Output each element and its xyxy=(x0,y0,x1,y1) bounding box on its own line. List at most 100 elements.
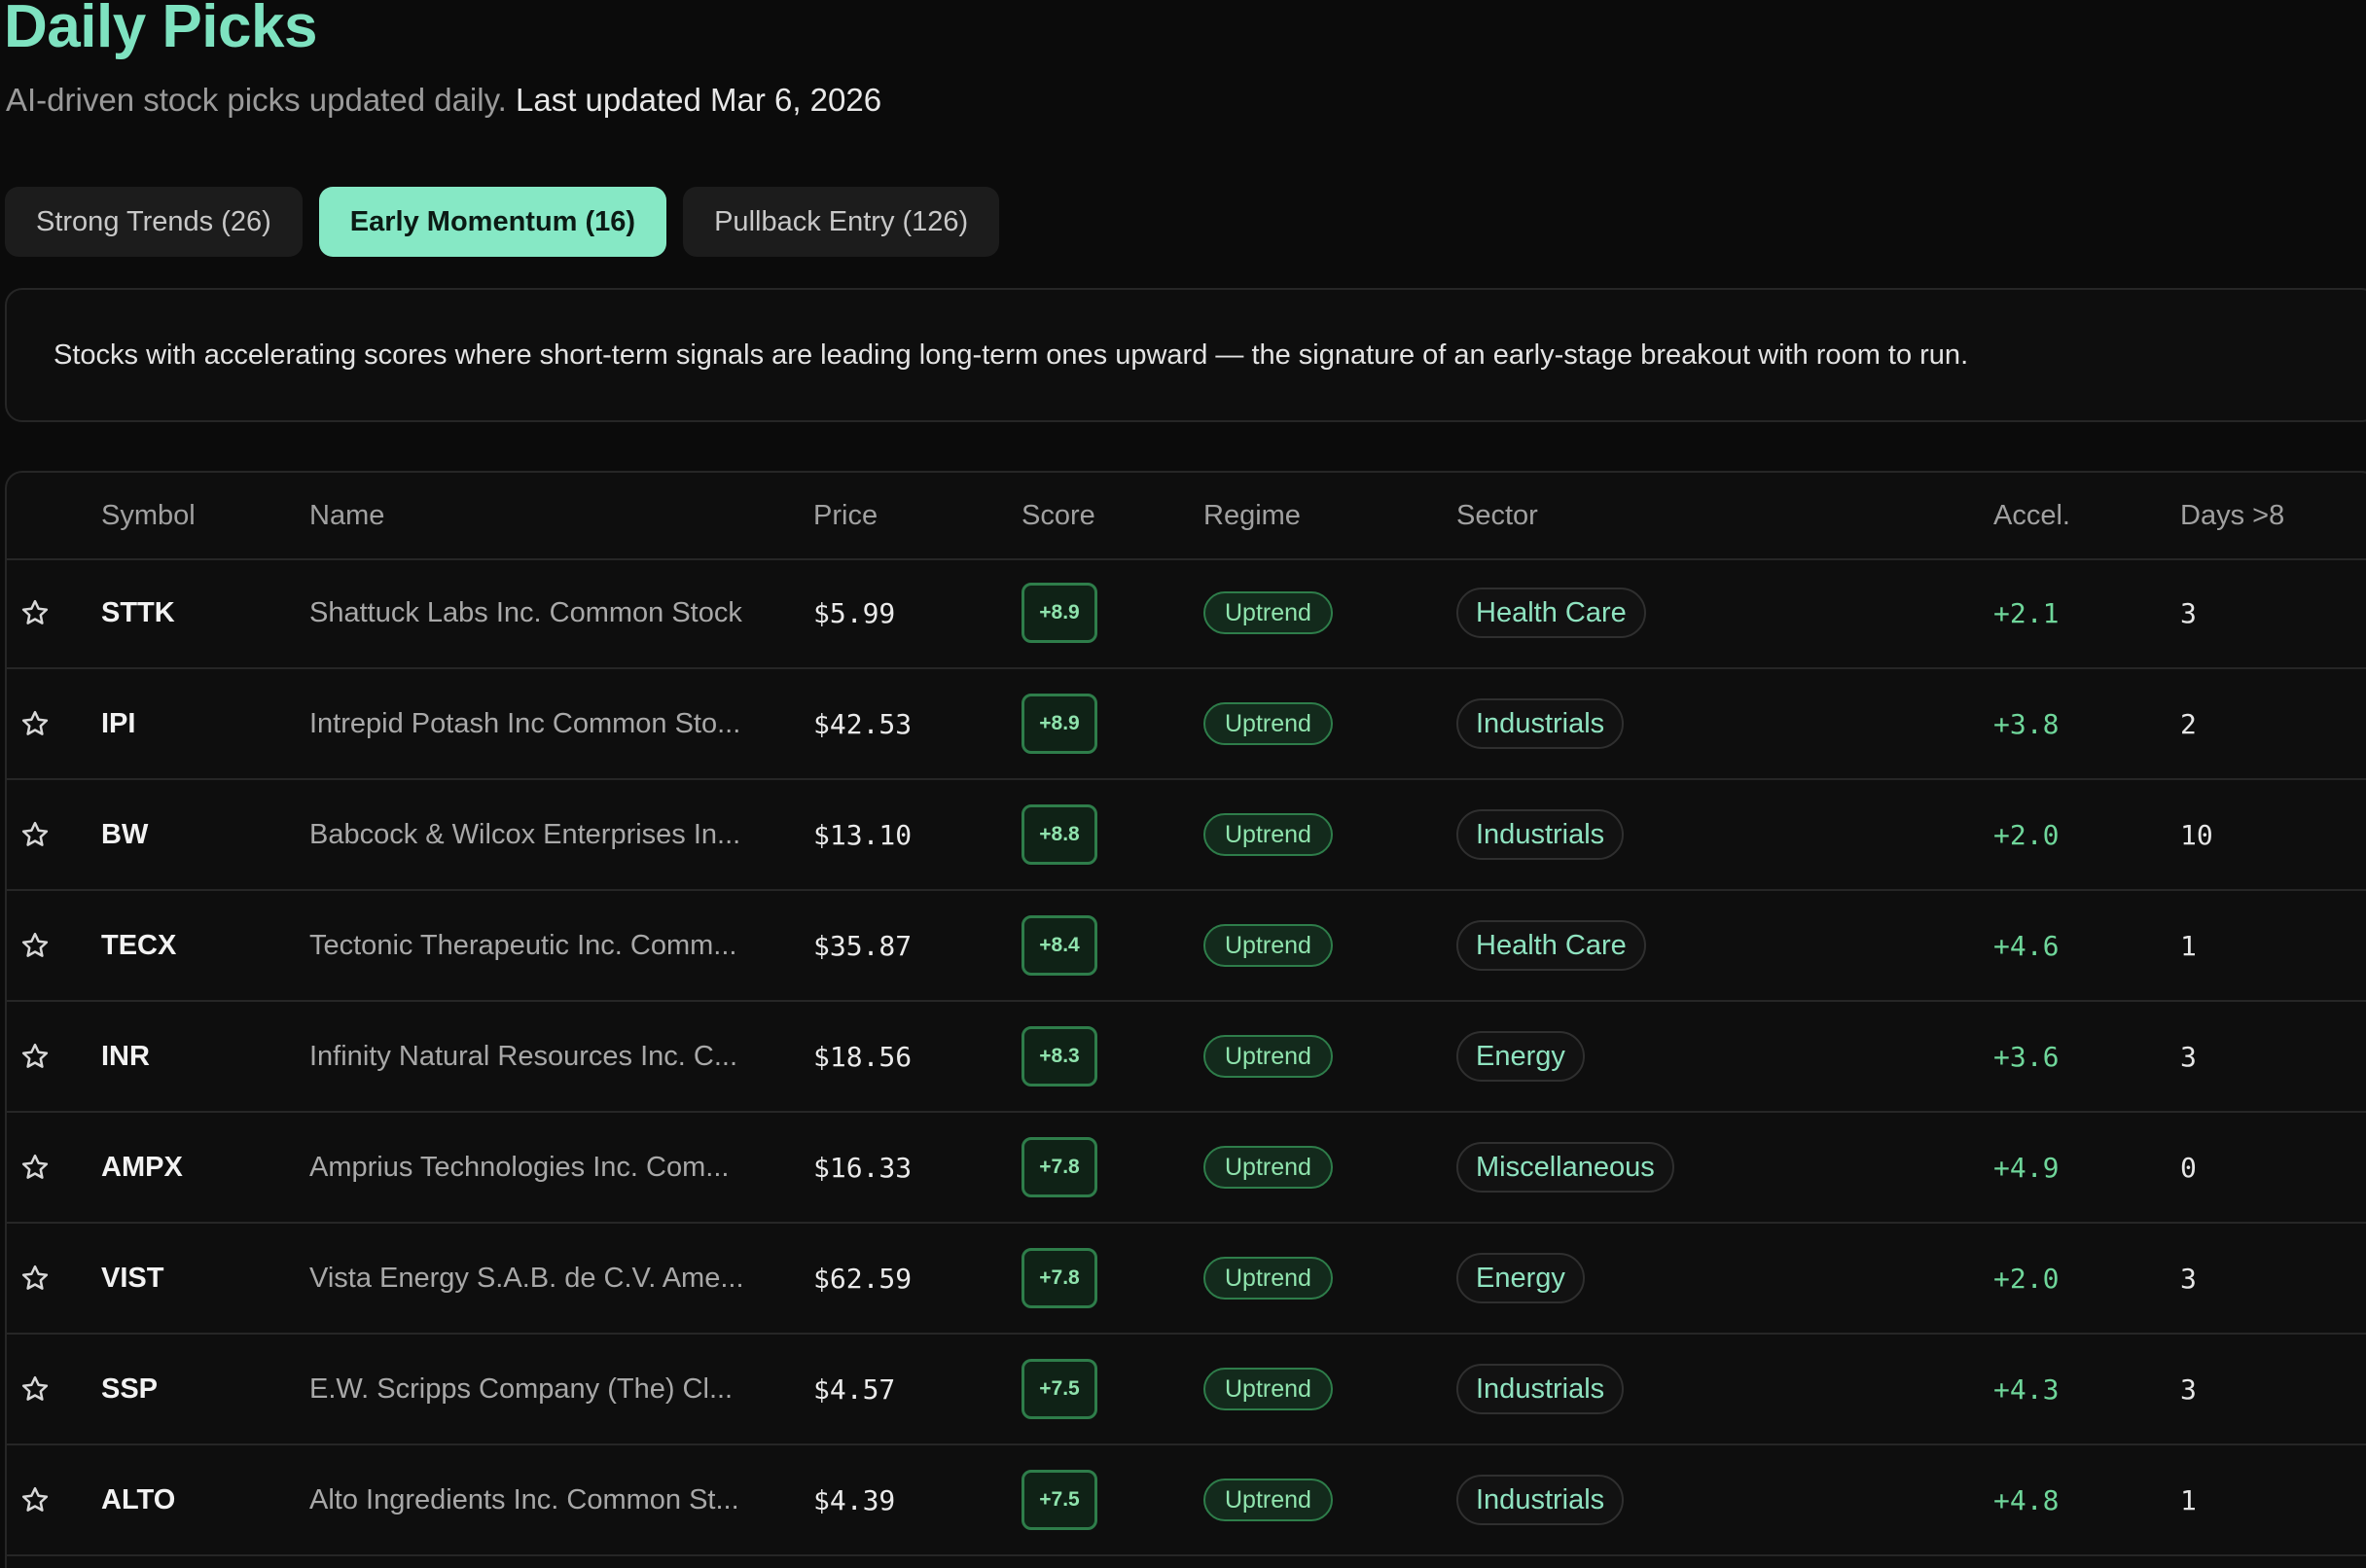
regime-badge: Uptrend xyxy=(1203,702,1333,745)
header-price[interactable]: Price xyxy=(813,473,878,558)
cell-accel: +2.0 xyxy=(1993,1262,2060,1295)
cell-days: 3 xyxy=(2180,1372,2197,1406)
favorite-star-icon[interactable] xyxy=(20,780,59,889)
table-row[interactable]: TECX Tectonic Therapeutic Inc. Comm... $… xyxy=(7,891,2366,1002)
cell-regime: Uptrend xyxy=(1203,891,1333,1000)
favorite-star-icon[interactable] xyxy=(20,891,59,1000)
cell-score: +7.8 xyxy=(1022,1224,1097,1333)
cell-score: +8.8 xyxy=(1022,780,1097,889)
cell-symbol[interactable]: BW xyxy=(101,780,148,889)
table-row[interactable]: INR Infinity Natural Resources Inc. C...… xyxy=(7,1002,2366,1113)
sector-badge: Industrials xyxy=(1456,1364,1625,1414)
favorite-star-icon[interactable] xyxy=(20,1335,59,1443)
cell-symbol[interactable]: SSP xyxy=(101,1335,158,1443)
cell-sector: Miscellaneous xyxy=(1456,1113,1674,1222)
cell-days: 3 xyxy=(2180,596,2197,629)
header-symbol[interactable]: Symbol xyxy=(101,473,196,558)
cell-days: 3 xyxy=(2180,1040,2197,1073)
favorite-star-icon[interactable] xyxy=(20,1445,59,1554)
cell-name: Amprius Technologies Inc. Com... xyxy=(309,1151,730,1183)
regime-badge: Uptrend xyxy=(1203,1146,1333,1189)
table-row[interactable]: VIST Vista Energy S.A.B. de C.V. Ame... … xyxy=(7,1224,2366,1335)
page-subtitle: AI-driven stock picks updated daily. Las… xyxy=(6,78,881,123)
cell-symbol[interactable]: AMPX xyxy=(101,1113,183,1222)
score-badge: +7.5 xyxy=(1022,1470,1097,1530)
cell-days: 0 xyxy=(2180,1151,2197,1184)
table-header: Symbol Name Price Score Regime Sector Ac… xyxy=(7,473,2366,560)
favorite-star-icon[interactable] xyxy=(20,1224,59,1333)
cell-symbol[interactable]: TECX xyxy=(101,891,176,1000)
score-badge: +8.3 xyxy=(1022,1026,1097,1087)
header-accel[interactable]: Accel. xyxy=(1993,473,2070,558)
sector-badge: Industrials xyxy=(1456,1475,1625,1525)
sector-badge: Energy xyxy=(1456,1031,1585,1082)
favorite-star-icon[interactable] xyxy=(20,669,59,778)
cell-score: +8.4 xyxy=(1022,891,1097,1000)
tab-strong-trends[interactable]: Strong Trends (26) xyxy=(5,187,303,257)
page: Daily Picks AI-driven stock picks update… xyxy=(0,0,2366,1568)
cell-score: +7.5 xyxy=(1022,1445,1097,1554)
cell-symbol[interactable]: INR xyxy=(101,1002,150,1111)
cell-name: Intrepid Potash Inc Common Sto... xyxy=(309,707,741,739)
cell-regime: Uptrend xyxy=(1203,1445,1333,1554)
cell-score: +8.3 xyxy=(1022,1002,1097,1111)
cell-accel: +2.1 xyxy=(1993,596,2060,629)
sector-badge: Industrials xyxy=(1456,698,1625,749)
cell-name: Alto Ingredients Inc. Common St... xyxy=(309,1483,739,1515)
regime-badge: Uptrend xyxy=(1203,1368,1333,1410)
cell-sector: Health Care xyxy=(1456,891,1646,1000)
cell-score: +8.9 xyxy=(1022,558,1097,667)
favorite-star-icon[interactable] xyxy=(20,1002,59,1111)
last-updated-text: Last updated Mar 6, 2026 xyxy=(515,82,882,118)
cell-sector: Energy xyxy=(1456,1002,1585,1111)
category-tabs: Strong Trends (26) Early Momentum (16) P… xyxy=(5,187,1000,257)
cell-days: 3 xyxy=(2180,1262,2197,1295)
cell-days: 1 xyxy=(2180,1483,2197,1516)
sector-badge: Health Care xyxy=(1456,588,1646,638)
header-days[interactable]: Days >8 xyxy=(2180,473,2284,558)
header-score[interactable]: Score xyxy=(1022,473,1095,558)
table-row[interactable]: ALTO Alto Ingredients Inc. Common St... … xyxy=(7,1445,2366,1556)
cell-price: $5.99 xyxy=(813,596,896,629)
score-badge: +8.8 xyxy=(1022,804,1097,865)
cell-price: $4.57 xyxy=(813,1372,896,1406)
regime-badge: Uptrend xyxy=(1203,591,1333,634)
table-row[interactable]: STTK Shattuck Labs Inc. Common Stock $5.… xyxy=(7,558,2366,669)
table-row[interactable]: AMPX Amprius Technologies Inc. Com... $1… xyxy=(7,1113,2366,1224)
cell-symbol[interactable]: IPI xyxy=(101,669,135,778)
cell-sector: Industrials xyxy=(1456,1445,1625,1554)
header-name[interactable]: Name xyxy=(309,473,384,558)
table-row[interactable]: BW Babcock & Wilcox Enterprises In... $1… xyxy=(7,780,2366,891)
cell-regime: Uptrend xyxy=(1203,558,1333,667)
cell-regime: Uptrend xyxy=(1203,780,1333,889)
sector-badge: Energy xyxy=(1456,1253,1585,1303)
cell-symbol[interactable]: ALTO xyxy=(101,1445,175,1554)
header-regime[interactable]: Regime xyxy=(1203,473,1301,558)
cell-regime: Uptrend xyxy=(1203,669,1333,778)
cell-price: $42.53 xyxy=(813,707,913,740)
sector-badge: Miscellaneous xyxy=(1456,1142,1674,1193)
favorite-star-icon[interactable] xyxy=(20,1113,59,1222)
cell-sector: Industrials xyxy=(1456,780,1625,889)
cell-price: $13.10 xyxy=(813,818,913,851)
tab-early-momentum[interactable]: Early Momentum (16) xyxy=(318,187,667,257)
cell-sector: Industrials xyxy=(1456,669,1625,778)
cell-symbol[interactable]: STTK xyxy=(101,558,175,667)
regime-badge: Uptrend xyxy=(1203,1035,1333,1078)
header-sector[interactable]: Sector xyxy=(1456,473,1538,558)
score-badge: +8.4 xyxy=(1022,915,1097,976)
score-badge: +8.9 xyxy=(1022,694,1097,754)
cell-name: Shattuck Labs Inc. Common Stock xyxy=(309,596,742,628)
table-row[interactable]: SSP E.W. Scripps Company (The) Cl... $4.… xyxy=(7,1335,2366,1445)
cell-days: 1 xyxy=(2180,929,2197,962)
tab-pullback-entry[interactable]: Pullback Entry (126) xyxy=(683,187,1000,257)
table-row[interactable]: IPI Intrepid Potash Inc Common Sto... $4… xyxy=(7,669,2366,780)
cell-accel: +3.8 xyxy=(1993,707,2060,740)
favorite-star-icon[interactable] xyxy=(20,558,59,667)
regime-badge: Uptrend xyxy=(1203,1479,1333,1521)
cell-sector: Energy xyxy=(1456,1224,1585,1333)
sector-badge: Industrials xyxy=(1456,809,1625,860)
cell-symbol[interactable]: VIST xyxy=(101,1224,163,1333)
regime-badge: Uptrend xyxy=(1203,924,1333,967)
score-badge: +7.8 xyxy=(1022,1248,1097,1308)
